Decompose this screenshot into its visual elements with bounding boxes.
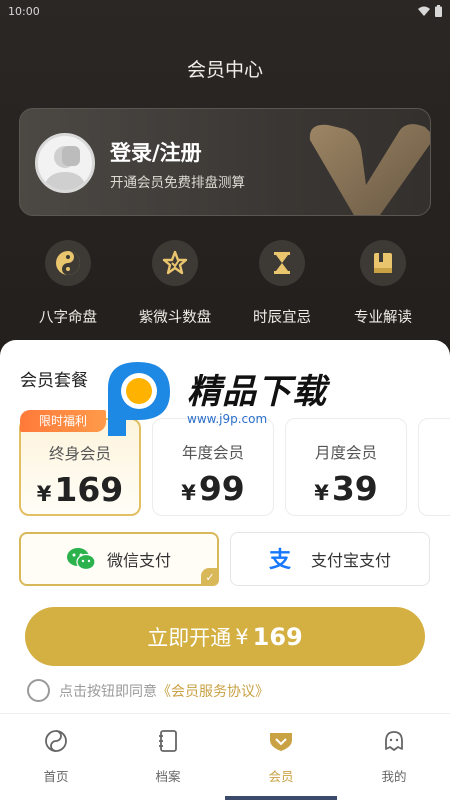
feature-shortcuts: 八字命盘 紫微斗数盘 时辰宜忌 专业解读: [0, 238, 450, 338]
login-card[interactable]: 登录/注册 开通会员免费排盘测算: [19, 108, 431, 216]
p-logo-icon: [108, 362, 170, 436]
hourglass-icon: [259, 240, 305, 286]
crown-heart-icon: [268, 728, 294, 754]
feature-reading[interactable]: 专业解读: [328, 238, 438, 327]
feature-shichen[interactable]: 时辰宜忌: [227, 238, 337, 327]
notebook-icon: [155, 728, 181, 754]
tab-membership[interactable]: 会员: [225, 714, 337, 800]
battery-icon: [435, 5, 442, 17]
tab-label: 会员: [268, 769, 294, 784]
status-time: 10:00: [8, 4, 40, 18]
login-register-title[interactable]: 登录/注册: [110, 137, 202, 167]
feature-ziwei[interactable]: 紫微斗数盘: [120, 238, 230, 327]
yin-yang-icon: [43, 728, 69, 754]
alipay-icon: 支: [269, 548, 292, 571]
site-watermark: 精品下载 www.j9p.com: [96, 358, 366, 438]
feature-label: 八字命盘: [39, 310, 97, 326]
agreement-checkbox[interactable]: [27, 679, 50, 702]
plans-title: 会员套餐: [20, 371, 88, 391]
avatar[interactable]: [35, 133, 95, 193]
user-silhouette-icon: [43, 146, 87, 190]
book-icon: [360, 240, 406, 286]
ghost-icon: [381, 728, 407, 754]
activate-membership-button[interactable]: 立即开通 ¥169: [25, 607, 425, 666]
alipay-option[interactable]: 支 支付宝支付: [230, 532, 430, 586]
agreement-row: 点击按钮即同意 《会员服务协议》: [27, 679, 269, 702]
bottom-tab-bar: 首页 档案 会员 我的: [0, 713, 450, 800]
login-subtitle: 开通会员免费排盘测算: [110, 175, 245, 191]
yin-yang-icon: [45, 240, 91, 286]
checkmark-icon: ✓: [201, 568, 219, 586]
service-agreement-link[interactable]: 《会员服务协议》: [157, 681, 269, 701]
wechat-pay-label: 微信支付: [106, 551, 171, 570]
page-title: 会员中心: [186, 59, 263, 81]
tab-label: 我的: [381, 769, 407, 784]
plan-name: 年度会员: [181, 444, 244, 462]
svg-text:支: 支: [269, 548, 292, 571]
watermark-url: www.j9p.com: [187, 412, 268, 426]
vip-v-decoration-icon: [309, 124, 430, 215]
feature-label: 专业解读: [354, 310, 412, 326]
wechat-icon: [66, 548, 95, 571]
plan-price: ¥39: [314, 469, 378, 508]
plan-partial-next[interactable]: [418, 418, 450, 516]
tab-label: 档案: [155, 769, 181, 784]
agreement-text: 点击按钮即同意: [59, 683, 157, 700]
limited-offer-badge: 限时福利: [20, 410, 106, 432]
alipay-label: 支付宝支付: [310, 551, 391, 570]
plan-price: ¥169: [36, 470, 124, 509]
status-bar: 10:00: [0, 0, 450, 22]
plan-name: 月度会员: [314, 444, 377, 462]
watermark-text: 精品下载: [187, 372, 327, 412]
wechat-pay-option[interactable]: 微信支付 ✓: [19, 532, 219, 586]
plan-price: ¥99: [181, 469, 245, 508]
tab-label: 首页: [43, 769, 69, 784]
wifi-icon: [418, 6, 430, 16]
tab-home[interactable]: 首页: [0, 714, 112, 800]
active-tab-indicator: [225, 796, 337, 800]
star-icon: [152, 240, 198, 286]
feature-label: 紫微斗数盘: [138, 310, 212, 326]
tab-archive[interactable]: 档案: [112, 714, 224, 800]
member-header-area: 10:00 会员中心 登录/注册 开通会员免费排盘测算 八字命盘 紫微斗数盘 时…: [0, 0, 450, 360]
feature-bazi[interactable]: 八字命盘: [13, 238, 123, 327]
plan-name: 终身会员: [48, 445, 111, 463]
tab-mine[interactable]: 我的: [338, 714, 450, 800]
feature-label: 时辰宜忌: [253, 310, 311, 326]
